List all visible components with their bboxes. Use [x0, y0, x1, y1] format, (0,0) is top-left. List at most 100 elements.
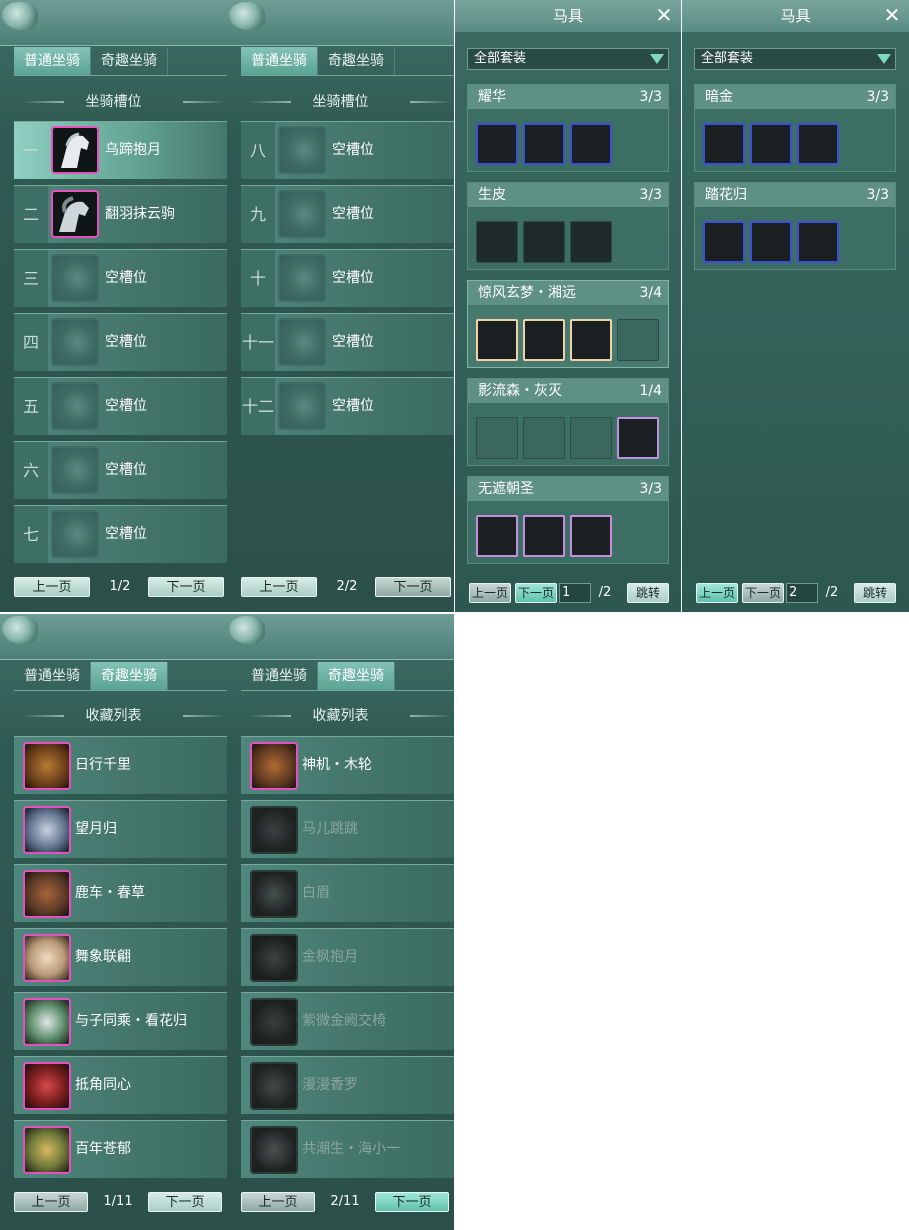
mount-icon [23, 742, 71, 790]
slot-number: 一 [22, 141, 39, 160]
mount-name: 空槽位 [332, 270, 374, 286]
mount-name: 舞象联翩 [75, 949, 131, 965]
mount-slot[interactable]: 四 空槽位 [14, 313, 227, 371]
collection-item[interactable]: 鹿车・春草 [14, 864, 227, 922]
cloud-ornament-icon [229, 2, 265, 30]
saddle-icon[interactable] [523, 515, 565, 557]
ornament-icon[interactable] [617, 417, 659, 459]
tack-set[interactable]: 生皮 3/3 [467, 182, 669, 270]
collection-item[interactable]: 与子同乘・看花归 [14, 992, 227, 1050]
next-page-button[interactable]: 下一页 [375, 1192, 449, 1212]
saddle-icon[interactable] [523, 319, 565, 361]
bridle-icon[interactable] [476, 515, 518, 557]
saddle-icon[interactable] [523, 221, 565, 263]
mount-slot[interactable]: 五 空槽位 [14, 377, 227, 435]
close-icon[interactable]: ✕ [653, 4, 675, 26]
horse-armor-icon[interactable] [750, 123, 792, 165]
next-page-button[interactable]: 下一页 [375, 577, 451, 597]
mount-slot[interactable]: 六 空槽位 [14, 441, 227, 499]
tack-set[interactable]: 影流森・灰灭 1/4 [467, 378, 669, 466]
saddle-icon[interactable] [703, 221, 745, 263]
tab-bar: 普通坐骑 奇趣坐骑 [241, 47, 454, 76]
saddle-icon[interactable] [797, 123, 839, 165]
mount-slot[interactable]: 八 空槽位 [241, 121, 454, 179]
set-name: 耀华 [478, 89, 506, 105]
stirrup-icon[interactable] [570, 123, 612, 165]
tab-normal-mounts[interactable]: 普通坐骑 [14, 47, 91, 75]
collection-item[interactable]: 白眉 [241, 864, 454, 922]
set-filter-dropdown[interactable]: 全部套装 [467, 48, 669, 70]
tack-set[interactable]: 踏花归 3/3 [694, 182, 896, 270]
empty-slot-icon [278, 318, 326, 366]
prev-page-button[interactable]: 上一页 [696, 583, 738, 603]
empty-slot-icon [278, 382, 326, 430]
collection-item[interactable]: 神机・木轮 [241, 736, 454, 794]
jump-button[interactable]: 跳转 [627, 583, 669, 603]
close-icon[interactable]: ✕ [881, 4, 903, 26]
prev-page-button[interactable]: 上一页 [14, 1192, 88, 1212]
mount-slot[interactable]: 十二 空槽位 [241, 377, 454, 435]
mount-slot[interactable]: 三 空槽位 [14, 249, 227, 307]
stirrup-icon[interactable] [476, 319, 518, 361]
page-indicator: 1/2 [109, 579, 131, 594]
mount-slot[interactable]: 七 空槽位 [14, 505, 227, 563]
next-page-button[interactable]: 下一页 [148, 577, 224, 597]
set-name: 生皮 [478, 187, 506, 203]
bridle-icon[interactable] [570, 221, 612, 263]
collection-item[interactable]: 日行千里 [14, 736, 227, 794]
stirrup-icon[interactable] [797, 221, 839, 263]
stirrup-icon[interactable] [570, 515, 612, 557]
tab-bar: 普通坐骑 奇趣坐骑 [14, 662, 227, 691]
saddle-icon[interactable] [476, 123, 518, 165]
mount-name: 空槽位 [105, 398, 147, 414]
tack-set[interactable]: 惊风玄梦・湘远 3/4 [467, 280, 669, 368]
collection-item[interactable]: 望月归 [14, 800, 227, 858]
tab-normal-mounts[interactable]: 普通坐骑 [241, 662, 318, 690]
stirrup-icon[interactable] [476, 221, 518, 263]
mount-slot[interactable]: 九 空槽位 [241, 185, 454, 243]
mount-slot[interactable]: 一 乌蹄抱月 [14, 121, 227, 179]
page-input[interactable]: 1 [559, 583, 591, 603]
collection-item[interactable]: 抵角同心 [14, 1056, 227, 1114]
tack-set[interactable]: 暗金 3/3 [694, 84, 896, 172]
collection-item[interactable]: 漫漫香罗 [241, 1056, 454, 1114]
mount-slot[interactable]: 二 翻羽抹云驹 [14, 185, 227, 243]
tab-fun-mounts[interactable]: 奇趣坐骑 [91, 662, 168, 690]
collection-item[interactable]: 共潮生・海小一 [241, 1120, 454, 1178]
tab-fun-mounts[interactable]: 奇趣坐骑 [318, 662, 395, 690]
collection-item[interactable]: 紫微金阙交椅 [241, 992, 454, 1050]
set-name: 踏花归 [705, 187, 747, 203]
empty-slot-icon [51, 254, 99, 302]
collection-item[interactable]: 金枫抱月 [241, 928, 454, 986]
next-page-button[interactable]: 下一页 [148, 1192, 222, 1212]
tab-normal-mounts[interactable]: 普通坐骑 [14, 662, 91, 690]
horse-armor-icon[interactable] [570, 319, 612, 361]
tab-fun-mounts[interactable]: 奇趣坐骑 [318, 47, 395, 75]
next-page-button[interactable]: 下一页 [515, 583, 557, 603]
collection-item[interactable]: 舞象联翩 [14, 928, 227, 986]
mount-icon [250, 1062, 298, 1110]
bridle-icon[interactable] [523, 123, 565, 165]
jump-button[interactable]: 跳转 [854, 583, 896, 603]
mount-name: 抵角同心 [75, 1077, 131, 1093]
prev-page-button[interactable]: 上一页 [469, 583, 511, 603]
collection-item[interactable]: 百年苍郁 [14, 1120, 227, 1178]
next-page-button[interactable]: 下一页 [742, 583, 784, 603]
stirrup-icon[interactable] [703, 123, 745, 165]
page-indicator: 1/11 [103, 1194, 133, 1209]
tack-set[interactable]: 无遮朝圣 3/3 [467, 476, 669, 564]
prev-page-button[interactable]: 上一页 [14, 577, 90, 597]
bridle-icon[interactable] [750, 221, 792, 263]
prev-page-button[interactable]: 上一页 [241, 1192, 315, 1212]
set-filter-dropdown[interactable]: 全部套装 [694, 48, 896, 70]
collection-item[interactable]: 马儿跳跳 [241, 800, 454, 858]
tab-fun-mounts[interactable]: 奇趣坐骑 [91, 47, 168, 75]
tack-set[interactable]: 耀华 3/3 [467, 84, 669, 172]
tab-normal-mounts[interactable]: 普通坐骑 [241, 47, 318, 75]
mount-slot-panel-1: 普通坐骑 奇趣坐骑 坐骑槽位 一 乌蹄抱月 二 翻羽抹云驹 三空槽位 四空槽位 … [0, 0, 227, 612]
prev-page-button[interactable]: 上一页 [241, 577, 317, 597]
mount-slot[interactable]: 十 空槽位 [241, 249, 454, 307]
page-input[interactable]: 2 [786, 583, 818, 603]
mount-slot[interactable]: 十一 空槽位 [241, 313, 454, 371]
page-total: /2 [598, 585, 612, 600]
